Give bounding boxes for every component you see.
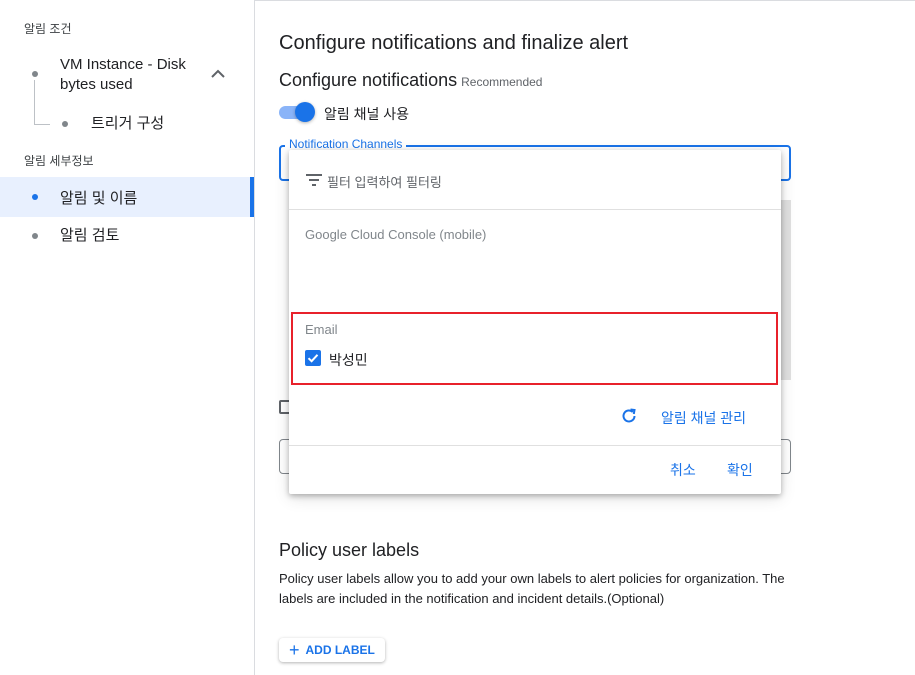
step-dot-active: [32, 194, 38, 200]
recommended-tag: Recommended: [461, 75, 543, 89]
email-group-highlight: [291, 312, 778, 385]
step-connector: [34, 124, 50, 125]
confirm-button[interactable]: 확인: [727, 460, 753, 480]
step-dot: [32, 233, 38, 239]
page-title: Configure notifications and finalize ale…: [279, 32, 629, 54]
filter-bar[interactable]: 필터 입력하여 필터링: [289, 150, 781, 210]
active-indicator: [250, 177, 254, 217]
email-option-label[interactable]: 박성민: [329, 350, 368, 370]
sidebar-item-review-label: 알림 검토: [60, 227, 120, 244]
toggle-knob: [295, 102, 315, 122]
notification-channels-label: Notification Channels: [285, 137, 407, 151]
check-icon: [307, 354, 319, 363]
channel-toggle[interactable]: [279, 102, 315, 122]
section-title: Configure notifications Recommended: [279, 70, 542, 91]
refresh-icon[interactable]: [620, 407, 638, 425]
notification-channels-dropdown: 필터 입력하여 필터링 Google Cloud Console (mobile…: [289, 150, 781, 494]
sidebar: 알림 조건 VM Instance - Disk bytes used 트리거 …: [0, 0, 255, 675]
manage-channels-link[interactable]: 알림 채널 관리: [661, 408, 746, 428]
group-title-email: Email: [305, 322, 338, 337]
sidebar-item-notifications-name-label: 알림 및 이름: [60, 190, 138, 207]
labels-section-title: Policy user labels: [279, 540, 420, 560]
add-label-button[interactable]: + ADD LABEL: [279, 638, 385, 662]
step-dot: [62, 121, 68, 127]
cancel-button[interactable]: 취소: [670, 460, 696, 480]
sidebar-item-notifications-name[interactable]: 알림 및 이름: [0, 177, 254, 217]
email-option-checkbox[interactable]: [305, 350, 321, 366]
sidebar-item-trigger-label: 트리거 구성: [91, 115, 165, 132]
step-dot: [32, 71, 38, 77]
filter-placeholder: 필터 입력하여 필터링: [327, 175, 442, 190]
dropdown-divider: [289, 445, 781, 446]
sidebar-item-condition-label: VM Instance - Disk bytes used: [60, 56, 186, 93]
group-title-mobile: Google Cloud Console (mobile): [305, 227, 487, 242]
filter-icon: [306, 174, 322, 186]
chevron-up-icon[interactable]: [208, 64, 228, 84]
step-connector: [34, 80, 35, 124]
add-label-text: ADD LABEL: [305, 643, 375, 657]
labels-section-description: Policy user labels allow you to add your…: [279, 571, 785, 606]
plus-icon: +: [289, 640, 300, 660]
sidebar-section-conditions: 알림 조건: [24, 22, 72, 36]
sidebar-section-details: 알림 세부정보: [24, 154, 94, 168]
section-title-text: Configure notifications: [279, 70, 458, 90]
toggle-label: 알림 채널 사용: [324, 106, 410, 122]
